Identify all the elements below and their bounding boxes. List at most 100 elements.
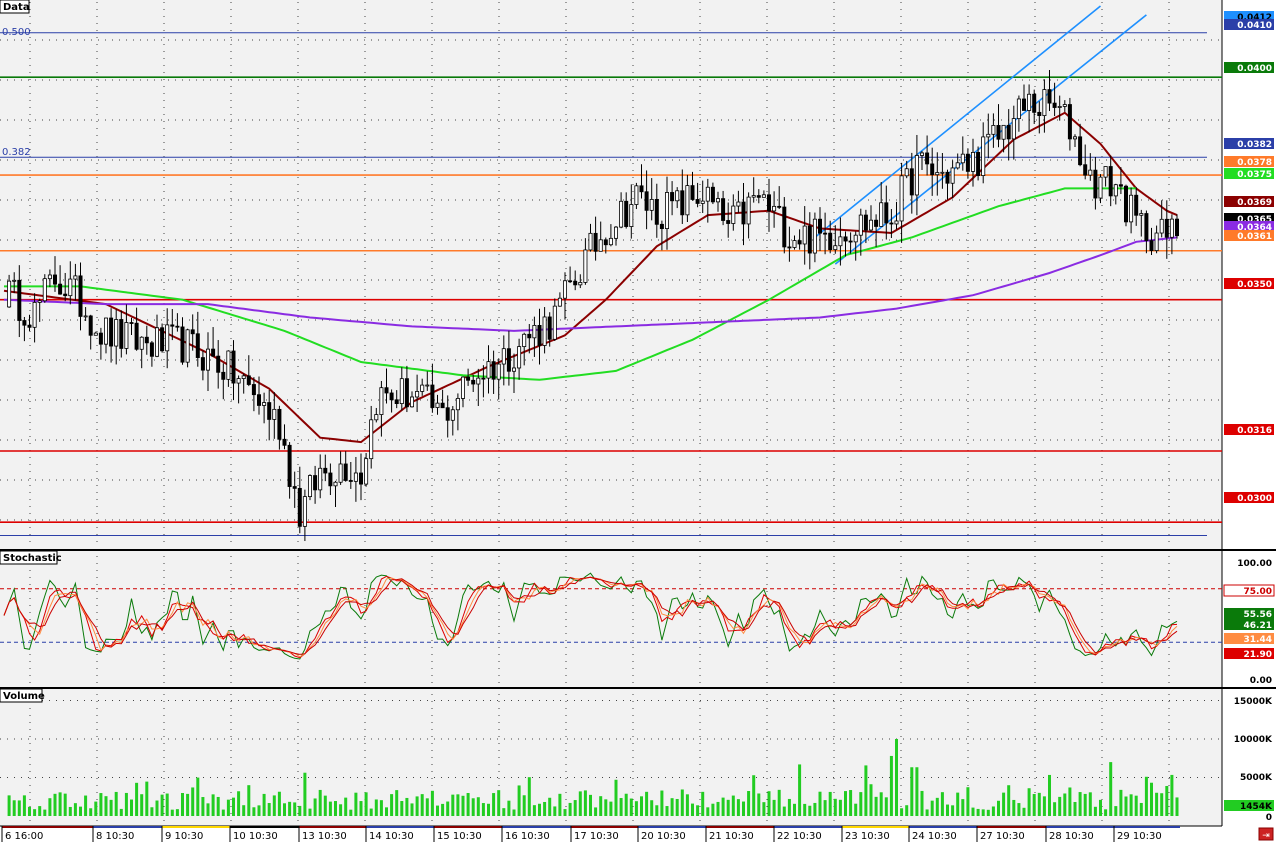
volume-bar (680, 789, 684, 816)
volume-bar (247, 785, 251, 816)
volume-bar (1083, 793, 1087, 816)
volume-bar (298, 805, 302, 816)
volume-bar (599, 796, 603, 816)
volume-bar (782, 806, 786, 816)
volume-bar (716, 801, 720, 816)
volume-bar (742, 801, 745, 816)
volume-bar (390, 794, 394, 816)
volume-bar (609, 801, 613, 816)
volume-bar (272, 795, 276, 816)
volume-bar (68, 806, 72, 816)
volume-bar (267, 803, 271, 816)
day-marker (2, 826, 93, 828)
volume-bar (252, 807, 256, 816)
volume-bar (160, 794, 164, 816)
volume-bar (660, 790, 664, 816)
volume-bar (808, 805, 812, 816)
volume-bar (849, 790, 853, 816)
volume-bar (1150, 782, 1153, 816)
volume-bar (318, 789, 322, 816)
volume-bar (497, 790, 501, 816)
day-marker (706, 826, 774, 828)
volume-bar (665, 806, 669, 816)
volume-bar (1155, 792, 1159, 816)
volume-bar (216, 796, 220, 816)
time-label: 13 10:30 (302, 831, 347, 842)
volume-bar (844, 791, 847, 816)
volume-bar (522, 795, 526, 816)
volume-bar (538, 803, 541, 816)
volume-bar (543, 801, 547, 816)
volume-bar (757, 793, 761, 816)
price-tag-label: 0.0350 (1237, 280, 1272, 290)
price-tag-label: 0.0378 (1237, 158, 1272, 168)
volume-bar (752, 775, 756, 816)
volume-bar (604, 799, 608, 816)
volume-bar (84, 795, 88, 816)
day-marker (434, 826, 502, 828)
volume-bar (874, 796, 878, 816)
volume-bar (981, 809, 985, 816)
volume-bar (374, 799, 378, 816)
day-marker (1114, 826, 1180, 828)
volume-bar (124, 792, 128, 816)
fib-label-500: 0.500 (2, 27, 31, 38)
volume-bar (803, 803, 807, 816)
volume-bar (328, 801, 332, 816)
time-label: 9 10:30 (165, 831, 203, 842)
volume-axis-10000k: 10000K (1234, 735, 1273, 745)
day-marker (93, 826, 162, 828)
volume-bar (838, 799, 842, 816)
volume-bar (512, 809, 516, 816)
volume-bar (787, 798, 791, 816)
volume-bar (58, 792, 62, 816)
volume-bar (711, 803, 715, 816)
time-label: 28 10:30 (1049, 831, 1094, 842)
volume-bar (308, 808, 312, 816)
price-tag-label: 0.0375 (1237, 170, 1272, 180)
time-label: 24 10:30 (912, 831, 957, 842)
volume-bar (94, 801, 98, 816)
volume-bar (53, 793, 57, 816)
volume-bar (145, 781, 149, 816)
volume-bar (283, 803, 286, 816)
volume-bar (191, 787, 195, 816)
volume-bar (578, 791, 582, 816)
volume-bar (884, 797, 888, 816)
volume-bar (441, 803, 445, 816)
volume-bar (701, 791, 705, 816)
volume-bar (507, 800, 511, 816)
volume-bar (415, 796, 419, 816)
volume-bar (517, 785, 521, 816)
volume-bar (313, 798, 317, 816)
fib-label-382: 0.382 (2, 147, 31, 158)
volume-bar (640, 796, 643, 816)
volume-bar (624, 793, 628, 816)
price-tag-label: 0.0361 (1237, 232, 1272, 242)
volume-bar (634, 801, 638, 816)
volume-bar (991, 806, 995, 816)
volume-bar (487, 803, 490, 816)
volume-bar (379, 800, 383, 816)
volume-bar (1119, 789, 1123, 816)
volume-bar (436, 805, 439, 816)
volume-bar (446, 801, 450, 816)
stoch-tag-label: 46.21 (1244, 621, 1272, 631)
day-marker (299, 826, 366, 828)
volume-bar (1042, 796, 1046, 816)
volume-bar (696, 805, 700, 816)
day-marker (638, 826, 706, 828)
volume-bar (109, 799, 113, 816)
price-tag-label: 0.0410 (1237, 21, 1272, 31)
volume-axis-5000k: 5000K (1240, 773, 1273, 783)
volume-bar (150, 807, 154, 816)
volume-bar (277, 791, 281, 816)
volume-bar (1058, 796, 1062, 816)
volume-bar (502, 808, 506, 816)
candle (42, 274, 47, 303)
volume-bar (1068, 787, 1072, 816)
volume-bar (73, 803, 77, 816)
volume-bar (1048, 774, 1051, 816)
time-label: 8 10:30 (96, 831, 134, 842)
volume-bar (89, 808, 93, 816)
